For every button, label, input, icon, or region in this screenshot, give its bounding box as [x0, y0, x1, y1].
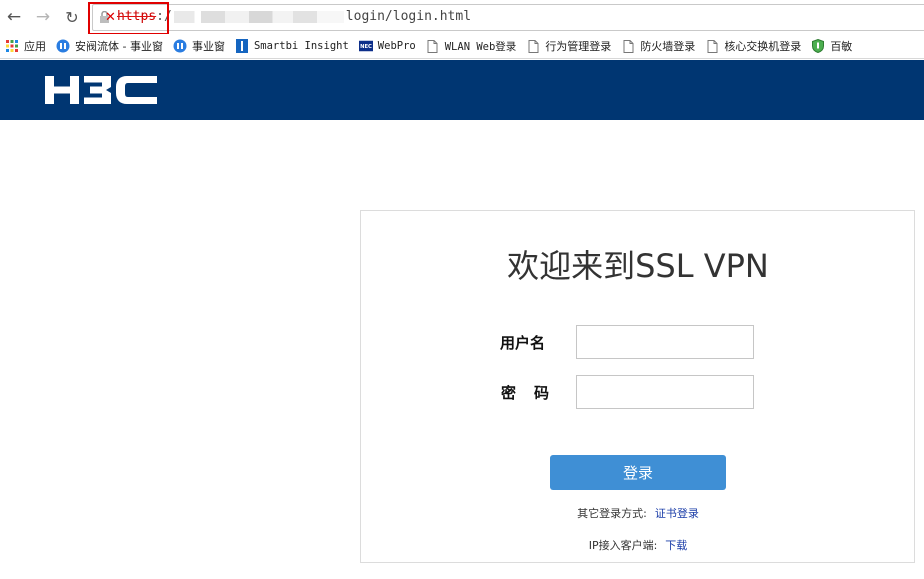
nec-icon: NEC	[358, 39, 373, 53]
password-label: 密码	[501, 384, 568, 402]
page-icon	[526, 39, 540, 53]
bookmark-label: WLAN Web登录	[444, 40, 517, 53]
url-path: login/login.html	[345, 9, 472, 24]
bookmark-label: WebPro	[377, 40, 416, 52]
bookmark-smartbi[interactable]: Smartbi Insight	[230, 35, 354, 57]
bookmark-label: 防火墙登录	[640, 40, 696, 53]
address-bar[interactable]: ✕ https:/login/login.html	[92, 4, 924, 31]
bookmark-label: 行为管理登录	[545, 40, 612, 53]
bookmark-label: 核心交换机登录	[724, 40, 802, 53]
login-panel: 欢迎来到SSL VPN 用户名 密码 登录 其它登录方式: 证书登录 IP接入客户…	[360, 210, 915, 563]
bookmarks-bar: 应用 安阀流体 - 事业窗 事业窗 Smartbi Insight NEC We…	[0, 34, 924, 59]
security-warning-highlight	[88, 2, 169, 35]
bookmark-baimin[interactable]: 百敏	[806, 35, 857, 57]
page-icon	[426, 39, 440, 53]
bookmark-firewall[interactable]: 防火墙登录	[616, 35, 700, 57]
url-host-redacted	[173, 10, 344, 23]
h3c-logo	[45, 76, 157, 104]
download-link[interactable]: 下载	[665, 539, 687, 552]
bookmark-label: 应用	[24, 40, 46, 53]
bookmark-core-switch[interactable]: 核心交换机登录	[700, 35, 806, 57]
browser-toolbar: ← → ↻ ✕ https:/login/login.html	[0, 0, 924, 35]
page-icon	[621, 39, 635, 53]
bookmark-apps[interactable]: 应用	[0, 35, 51, 57]
back-arrow-icon[interactable]: ←	[4, 6, 24, 28]
reload-icon[interactable]: ↻	[62, 6, 82, 28]
bookmark-label: 百敏	[830, 40, 853, 53]
ip-client-label: IP接入客户端:	[588, 539, 658, 552]
url-text: https:/login/login.html	[117, 9, 471, 24]
apps-grid-icon	[5, 39, 19, 53]
bookmark-webpro[interactable]: NEC WebPro	[354, 35, 421, 57]
page-icon	[705, 39, 719, 53]
welcome-title: 欢迎来到SSL VPN	[507, 247, 769, 285]
bookmark-label: 事业窗	[191, 40, 225, 53]
username-label: 用户名	[500, 334, 546, 352]
username-input[interactable]	[576, 325, 754, 359]
smartbi-icon	[235, 39, 249, 53]
bookmark-anyue[interactable]: 安阀流体 - 事业窗	[51, 35, 168, 57]
bookmark-label: 安阀流体 - 事业窗	[75, 40, 163, 53]
svg-text:NEC: NEC	[360, 44, 372, 50]
shield-icon	[811, 39, 825, 53]
ip-client-row: IP接入客户端: 下载	[361, 537, 915, 553]
password-input[interactable]	[576, 375, 754, 409]
bookmark-shiyechuang[interactable]: 事业窗	[168, 35, 230, 57]
circle-logo-icon	[173, 39, 187, 53]
bookmark-label: Smartbi Insight	[253, 40, 349, 52]
bookmark-wlan[interactable]: WLAN Web登录	[421, 35, 522, 57]
bookmark-behavior-mgmt[interactable]: 行为管理登录	[521, 35, 616, 57]
other-login-label: 其它登录方式:	[577, 507, 647, 520]
cert-login-link[interactable]: 证书登录	[655, 507, 699, 520]
circle-logo-icon	[56, 39, 70, 53]
forward-arrow-icon[interactable]: →	[33, 6, 53, 28]
other-login-row: 其它登录方式: 证书登录	[361, 505, 915, 521]
login-button[interactable]: 登录	[550, 455, 726, 490]
